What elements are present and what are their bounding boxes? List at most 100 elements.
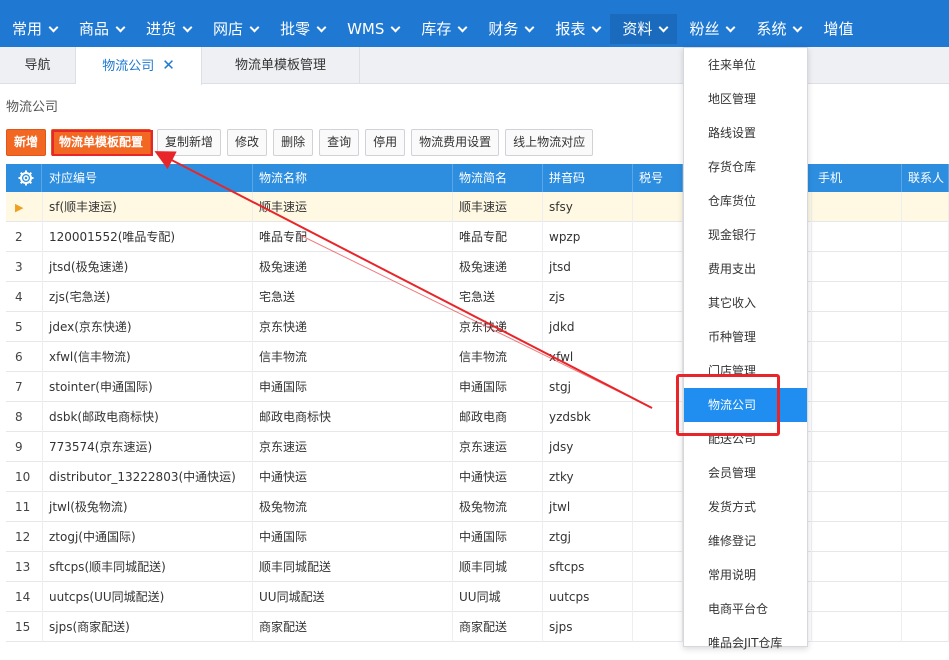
cell-tax xyxy=(633,522,683,552)
menu-zengzhi[interactable]: 增值 xyxy=(811,14,863,44)
cell-short: 邮政电商 xyxy=(453,402,543,432)
settings-column[interactable] xyxy=(6,164,42,192)
disable-button[interactable]: 停用 xyxy=(365,129,406,156)
cell-code: sjps(商家配送) xyxy=(43,612,253,642)
cell-name: 邮政电商标快 xyxy=(253,402,453,432)
menu-label: 财务 xyxy=(488,20,519,38)
chevron-down-icon xyxy=(591,22,602,32)
menu-wms[interactable]: WMS xyxy=(335,14,409,44)
col-contact[interactable]: 联系人 xyxy=(902,164,949,192)
menu-xitong[interactable]: 系统 xyxy=(744,14,811,44)
menu-item-ziliao-8[interactable]: 币种管理 xyxy=(684,320,807,354)
menu-label: 增值 xyxy=(823,20,854,38)
menu-item-ziliao-13[interactable]: 发货方式 xyxy=(684,490,807,524)
cell-short: 信丰物流 xyxy=(453,342,543,372)
menu-baobiao[interactable]: 报表 xyxy=(543,14,610,44)
menu-item-ziliao-0[interactable]: 往来单位 xyxy=(684,48,807,82)
row-index: 3 xyxy=(6,252,43,282)
online-logistics-map-button[interactable]: 线上物流对应 xyxy=(505,129,594,156)
menu-kucun[interactable]: 库存 xyxy=(409,14,476,44)
cell-py: stgj xyxy=(543,372,633,402)
edit-button[interactable]: 修改 xyxy=(227,129,268,156)
menu-item-ziliao-17[interactable]: 唯品会JIT仓库 xyxy=(684,626,807,660)
menu-label: 进货 xyxy=(146,20,177,38)
cell-short: 中通快运 xyxy=(453,462,543,492)
gear-icon[interactable] xyxy=(18,170,34,186)
cell-ct xyxy=(902,612,949,642)
cell-name: 极兔物流 xyxy=(253,492,453,522)
cell-short: 商家配送 xyxy=(453,612,543,642)
menu-changyong[interactable]: 常用 xyxy=(0,14,67,44)
cell-name: 唯品专配 xyxy=(253,222,453,252)
row-index: 11 xyxy=(6,492,43,522)
menu-wangdian[interactable]: 网店 xyxy=(201,14,268,44)
tab-logistics-company[interactable]: 物流公司 ✕ xyxy=(76,47,202,85)
cell-py: ztky xyxy=(543,462,633,492)
menu-item-ziliao-1[interactable]: 地区管理 xyxy=(684,82,807,116)
chevron-down-icon xyxy=(457,22,468,32)
cell-tax xyxy=(633,462,683,492)
cell-mob xyxy=(812,432,902,462)
cell-py: jdkd xyxy=(543,312,633,342)
col-name[interactable]: 物流名称 xyxy=(253,164,453,192)
cell-tax xyxy=(633,432,683,462)
cell-mob xyxy=(812,492,902,522)
cell-py: zjs xyxy=(543,282,633,312)
cell-code: uutcps(UU同城配送) xyxy=(43,582,253,612)
menu-item-ziliao-15[interactable]: 常用说明 xyxy=(684,558,807,592)
cell-mob xyxy=(812,402,902,432)
menu-piling[interactable]: 批零 xyxy=(268,14,335,44)
menu-item-ziliao-12[interactable]: 会员管理 xyxy=(684,456,807,490)
cell-mob xyxy=(812,252,902,282)
menu-jinhuo[interactable]: 进货 xyxy=(134,14,201,44)
cell-short: 中通国际 xyxy=(453,522,543,552)
menu-item-ziliao-14[interactable]: 维修登记 xyxy=(684,524,807,558)
copy-add-button[interactable]: 复制新增 xyxy=(157,129,222,156)
menu-item-ziliao-5[interactable]: 现金银行 xyxy=(684,218,807,252)
logistics-fee-button[interactable]: 物流费用设置 xyxy=(411,129,500,156)
cell-py: uutcps xyxy=(543,582,633,612)
menu-item-ziliao-2[interactable]: 路线设置 xyxy=(684,116,807,150)
menu-ziliao[interactable]: 资料 xyxy=(610,14,678,44)
cell-ct xyxy=(902,402,949,432)
menu-label: 系统 xyxy=(756,20,787,38)
menu-item-ziliao-4[interactable]: 仓库货位 xyxy=(684,184,807,218)
col-mobile[interactable]: 手机 xyxy=(812,164,902,192)
cell-tax xyxy=(633,192,683,222)
col-tax[interactable]: 税号 xyxy=(633,164,683,192)
menu-item-ziliao-7[interactable]: 其它收入 xyxy=(684,286,807,320)
col-pinyin[interactable]: 拼音码 xyxy=(543,164,633,192)
cell-code: 773574(京东速运) xyxy=(43,432,253,462)
cell-tax xyxy=(633,222,683,252)
cell-short: 顺丰速运 xyxy=(453,192,543,222)
cell-name: 中通快运 xyxy=(253,462,453,492)
cell-py: wpzp xyxy=(543,222,633,252)
cell-code: ztogj(中通国际) xyxy=(43,522,253,552)
cell-tax xyxy=(633,612,683,642)
cell-tax xyxy=(633,342,683,372)
chevron-down-icon xyxy=(249,22,260,32)
cell-mob xyxy=(812,372,902,402)
tab-label: 导航 xyxy=(24,58,51,73)
close-icon[interactable]: ✕ xyxy=(162,47,175,84)
cell-short: 唯品专配 xyxy=(453,222,543,252)
tab-nav[interactable]: 导航 xyxy=(0,47,76,84)
tab-template-manage[interactable]: 物流单模板管理 xyxy=(202,47,360,84)
menu-item-ziliao-3[interactable]: 存货仓库 xyxy=(684,150,807,184)
add-button[interactable]: 新增 xyxy=(6,129,47,156)
menu-item-ziliao-16[interactable]: 电商平台仓 xyxy=(684,592,807,626)
cell-code: stointer(申通国际) xyxy=(43,372,253,402)
cell-short: 申通国际 xyxy=(453,372,543,402)
cell-ct xyxy=(902,492,949,522)
cell-tax xyxy=(633,552,683,582)
col-short[interactable]: 物流简名 xyxy=(453,164,543,192)
menu-item-ziliao-6[interactable]: 费用支出 xyxy=(684,252,807,286)
menu-shangpin[interactable]: 商品 xyxy=(67,14,134,44)
delete-button[interactable]: 删除 xyxy=(273,129,314,156)
query-button[interactable]: 查询 xyxy=(319,129,360,156)
cell-tax xyxy=(633,492,683,522)
menu-fensi[interactable]: 粉丝 xyxy=(677,14,744,44)
col-code[interactable]: 对应编号 xyxy=(43,164,253,192)
cell-code: jdex(京东快递) xyxy=(43,312,253,342)
menu-caiwu[interactable]: 财务 xyxy=(476,14,543,44)
